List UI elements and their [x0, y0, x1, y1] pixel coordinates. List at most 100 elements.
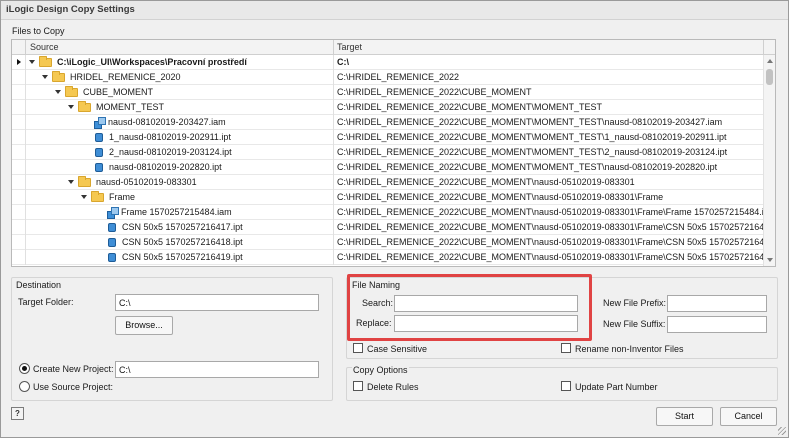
tree-row[interactable]: nausd-05102019-083301 C:\HRIDEL_REMENICE_…: [12, 175, 763, 190]
row-target-path: C:\HRIDEL_REMENICE_2022\CUBE_MOMENT\naus…: [337, 192, 664, 202]
copy-options-label: Copy Options: [352, 365, 409, 375]
case-sensitive-checkbox[interactable]: [353, 343, 363, 353]
create-new-project-radio[interactable]: [19, 363, 30, 374]
folder-icon: [78, 101, 91, 112]
row-target-path: C:\HRIDEL_REMENICE_2022\CUBE_MOMENT\MOME…: [337, 147, 728, 157]
tree-row[interactable]: CSN 50x5 1570257216419.ipt C:\HRIDEL_REME…: [12, 250, 775, 265]
use-source-project-label: Use Source Project:: [33, 382, 114, 392]
update-part-number-label: Update Part Number: [575, 382, 658, 392]
expand-toggle-icon[interactable]: [68, 105, 74, 109]
tree-row[interactable]: CSN 50x5 1570257216417.ipt C:\HRIDEL_REME…: [12, 220, 775, 235]
source-column-header[interactable]: Source: [30, 42, 59, 52]
tree-row[interactable]: Frame 1570257215484.iam C:\HRIDEL_REMENIC…: [12, 205, 775, 220]
row-source-path: C:\iLogic_UI\Workspaces\Pracovní prostře…: [57, 57, 247, 67]
row-source-path: Frame: [109, 192, 136, 202]
row-source-path: MOMENT_TEST: [96, 102, 165, 112]
folder-icon: [91, 191, 104, 202]
row-source-path: 2_nausd-08102019-203124.ipt: [109, 147, 232, 157]
tree-row[interactable]: CUBE_MOMENT C:\HRIDEL_REMENICE_2022\CUBE_…: [12, 85, 763, 100]
expand-toggle-icon[interactable]: [55, 90, 61, 94]
create-new-project-input[interactable]: [115, 361, 319, 378]
expand-toggle-icon[interactable]: [68, 180, 74, 184]
row-selector-icon: [17, 59, 21, 65]
part-file-icon: [95, 133, 103, 142]
cancel-button[interactable]: Cancel: [720, 407, 777, 426]
tree-row[interactable]: HRIDEL_REMENICE_2020 C:\HRIDEL_REMENICE_2…: [12, 70, 763, 85]
scroll-up-icon[interactable]: [767, 59, 773, 63]
case-sensitive-label: Case Sensitive: [367, 344, 428, 354]
expand-toggle-icon[interactable]: [29, 60, 35, 64]
row-target-path: C:\HRIDEL_REMENICE_2022\CUBE_MOMENT\MOME…: [337, 132, 727, 142]
rename-non-inventor-checkbox[interactable]: [561, 343, 571, 353]
row-source-path: CSN 50x5 1570257216419.ipt: [122, 252, 243, 262]
folder-icon: [78, 176, 91, 187]
destination-label: Destination: [16, 280, 62, 290]
new-file-suffix-label: New File Suffix:: [603, 319, 666, 329]
row-target-path: C:\HRIDEL_REMENICE_2022\CUBE_MOMENT: [337, 87, 532, 97]
tree-row[interactable]: C:\iLogic_UI\Workspaces\Pracovní prostře…: [12, 55, 763, 70]
highlight-box: [347, 274, 592, 341]
new-file-prefix-input[interactable]: [667, 295, 767, 312]
delete-rules-checkbox[interactable]: [353, 381, 363, 391]
target-column-header[interactable]: Target: [337, 42, 362, 52]
folder-icon: [65, 86, 78, 97]
tree-header: Source Target: [12, 40, 775, 55]
scroll-down-icon[interactable]: [767, 258, 773, 262]
expand-toggle-icon[interactable]: [81, 195, 87, 199]
row-target-path: C:\HRIDEL_REMENICE_2022\CUBE_MOMENT\naus…: [337, 177, 635, 187]
tree-row[interactable]: CSN 50x5 1570257216418.ipt C:\HRIDEL_REME…: [12, 235, 775, 250]
new-file-suffix-input[interactable]: [667, 316, 767, 333]
update-part-number-checkbox[interactable]: [561, 381, 571, 391]
tree-row[interactable]: 2_nausd-08102019-203124.ipt C:\HRIDEL_REM…: [12, 145, 763, 160]
part-file-icon: [95, 163, 103, 172]
row-target-path: C:\HRIDEL_REMENICE_2022\CUBE_MOMENT\MOME…: [337, 102, 603, 112]
scroll-thumb[interactable]: [766, 69, 773, 85]
start-button[interactable]: Start: [656, 407, 713, 426]
rename-non-inventor-label: Rename non-Inventor Files: [575, 344, 684, 354]
browse-button[interactable]: Browse...: [115, 316, 173, 335]
row-source-path: CSN 50x5 1570257216418.ipt: [122, 237, 243, 247]
assembly-file-icon: [94, 117, 106, 129]
target-folder-input[interactable]: [115, 294, 319, 311]
row-source-path: 1_nausd-08102019-202911.ipt: [109, 132, 231, 142]
resize-grip-icon[interactable]: [778, 427, 786, 435]
create-new-project-label: Create New Project:: [33, 364, 114, 374]
part-file-icon: [108, 238, 116, 247]
part-file-icon: [108, 253, 116, 262]
tree-row[interactable]: Frame C:\HRIDEL_REMENICE_2022\CUBE_MOMENT…: [12, 190, 763, 205]
tree-row[interactable]: MOMENT_TEST C:\HRIDEL_REMENICE_2022\CUBE_…: [12, 100, 763, 115]
tree-vertical-scrollbar[interactable]: [763, 55, 775, 266]
target-folder-label: Target Folder:: [18, 297, 74, 307]
assembly-file-icon: [107, 207, 119, 219]
window-title: iLogic Design Copy Settings: [6, 4, 135, 15]
row-source-path: Frame 1570257215484.iam: [121, 207, 232, 217]
expand-toggle-icon[interactable]: [42, 75, 48, 79]
part-file-icon: [95, 148, 103, 157]
row-source-path: nausd-08102019-202820.ipt: [109, 162, 222, 172]
part-file-icon: [108, 223, 116, 232]
files-tree[interactable]: Source Target C:\iLogic_UI\Workspaces\Pr…: [11, 39, 776, 267]
row-target-path: C:\HRIDEL_REMENICE_2022\CUBE_MOMENT\MOME…: [337, 162, 718, 172]
row-target-path: C:\HRIDEL_REMENICE_2022\CUBE_MOMENT\naus…: [337, 207, 776, 217]
row-target-path: C:\HRIDEL_REMENICE_2022\CUBE_MOMENT\naus…: [337, 252, 776, 262]
row-target-path: C:\HRIDEL_REMENICE_2022\CUBE_MOMENT\naus…: [337, 222, 776, 232]
new-file-prefix-label: New File Prefix:: [603, 298, 667, 308]
delete-rules-label: Delete Rules: [367, 382, 419, 392]
row-target-path: C:\: [337, 57, 349, 67]
row-source-path: CUBE_MOMENT: [83, 87, 154, 97]
tree-row[interactable]: 1_nausd-08102019-202911.ipt C:\HRIDEL_REM…: [12, 130, 763, 145]
title-bar: iLogic Design Copy Settings: [0, 0, 789, 20]
row-source-path: nausd-08102019-203427.iam: [108, 117, 226, 127]
folder-icon: [52, 71, 65, 82]
row-target-path: C:\HRIDEL_REMENICE_2022\CUBE_MOMENT\naus…: [337, 237, 776, 247]
use-source-project-radio[interactable]: [19, 381, 30, 392]
row-target-path: C:\HRIDEL_REMENICE_2022\CUBE_MOMENT\MOME…: [337, 117, 723, 127]
tree-row[interactable]: nausd-08102019-203427.iam C:\HRIDEL_REMEN…: [12, 115, 763, 130]
row-target-path: C:\HRIDEL_REMENICE_2022: [337, 72, 460, 82]
tree-row[interactable]: nausd-08102019-202820.ipt C:\HRIDEL_REMEN…: [12, 160, 763, 175]
files-to-copy-label: Files to Copy: [12, 26, 65, 36]
row-source-path: nausd-05102019-083301: [96, 177, 197, 187]
help-icon[interactable]: ?: [11, 407, 24, 420]
row-source-path: CSN 50x5 1570257216417.ipt: [122, 222, 243, 232]
folder-icon: [39, 56, 52, 67]
